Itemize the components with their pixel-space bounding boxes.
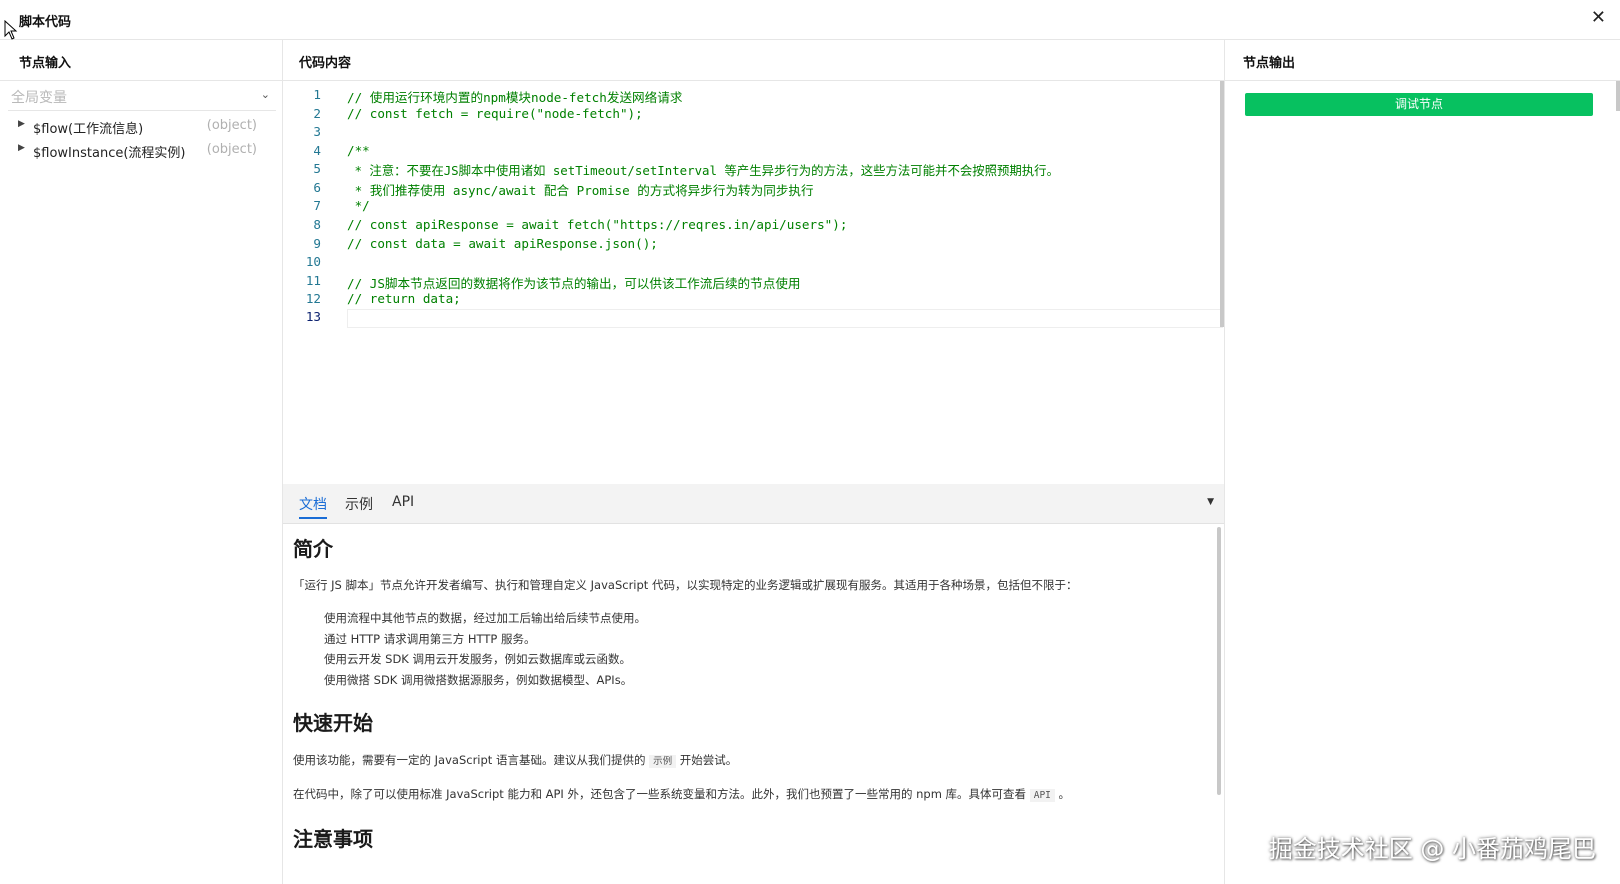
variable-type: (object) bbox=[206, 118, 257, 133]
code-line: 1 // 使用运行环境内置的npm模块node-fetch发送网络请求 bbox=[283, 87, 1223, 106]
line-number: 3 bbox=[313, 124, 321, 139]
text-fragment: 在代码中，除了可以使用标准 JavaScript 能力和 API 外，还包含了一… bbox=[293, 787, 1030, 801]
tab-docs[interactable]: 文档 bbox=[299, 494, 327, 519]
debug-node-button[interactable]: 调试节点 bbox=[1245, 93, 1593, 116]
code-line: 12 // return data; bbox=[283, 291, 1223, 310]
dialog-titlebar: 脚本代码 ✕ bbox=[0, 0, 1620, 40]
code-line: 5 * 注意：不要在JS脚本中使用诸如 setTimeout/setInterv… bbox=[283, 161, 1223, 180]
doc-scrollbar[interactable] bbox=[1217, 527, 1221, 795]
node-output-panel: 节点输出 调试节点 bbox=[1225, 40, 1620, 884]
code-line-current: 13 bbox=[283, 309, 1223, 328]
doc-heading-intro: 简介 bbox=[293, 537, 333, 561]
code-text: /** bbox=[347, 143, 370, 158]
output-scrollbar[interactable] bbox=[1616, 81, 1620, 111]
code-line: 8 // const apiResponse = await fetch("htt… bbox=[283, 217, 1223, 236]
code-panel-header: 代码内容 bbox=[283, 40, 1224, 81]
doc-list-item: 使用流程中其他节点的数据，经过加工后输出给后续节点使用。 bbox=[324, 611, 646, 625]
node-input-header: 节点输入 bbox=[0, 40, 282, 81]
expand-arrow-icon[interactable]: ▶ bbox=[18, 143, 25, 153]
code-editor[interactable]: 1 // 使用运行环境内置的npm模块node-fetch发送网络请求 2 // c… bbox=[283, 81, 1224, 484]
code-line: 3 bbox=[283, 124, 1223, 143]
line-number: 7 bbox=[313, 198, 321, 213]
doc-list-item: 使用微搭 SDK 调用微搭数据源服务，例如数据模型、APIs。 bbox=[324, 673, 633, 687]
line-number: 6 bbox=[313, 180, 321, 195]
code-text: // return data; bbox=[347, 291, 461, 306]
variable-name: $flow(工作流信息) bbox=[33, 122, 144, 137]
node-input-panel: 节点输入 全局变量 ⌄ ▶ $flow(工作流信息) (object) ▶ $f… bbox=[0, 40, 283, 884]
scope-select[interactable]: 全局变量 ⌄ bbox=[8, 81, 276, 111]
code-text: // const apiResponse = await fetch("http… bbox=[347, 217, 848, 232]
editor-scrollbar[interactable] bbox=[1220, 81, 1224, 327]
code-text: * 我们推荐使用 async/await 配合 Promise 的方式将异步行为… bbox=[347, 183, 814, 198]
scope-select-label: 全局变量 bbox=[11, 90, 67, 106]
api-link[interactable]: API bbox=[1029, 789, 1055, 802]
line-number: 8 bbox=[313, 217, 321, 232]
line-number: 2 bbox=[313, 106, 321, 121]
code-text: * 注意：不要在JS脚本中使用诸如 setTimeout/setInterval… bbox=[347, 163, 1059, 178]
collapse-caret-icon[interactable]: ▼ bbox=[1207, 497, 1214, 507]
code-line: 7 */ bbox=[283, 198, 1223, 217]
doc-heading-quickstart: 快速开始 bbox=[293, 711, 373, 735]
mouse-cursor-icon bbox=[4, 20, 18, 40]
line-number: 1 bbox=[313, 87, 321, 102]
chevron-down-icon: ⌄ bbox=[260, 88, 270, 101]
code-line: 4 /** bbox=[283, 143, 1223, 162]
expand-arrow-icon[interactable]: ▶ bbox=[18, 119, 25, 129]
text-fragment: 。 bbox=[1054, 787, 1071, 801]
tab-examples[interactable]: 示例 bbox=[345, 494, 373, 517]
line-number: 9 bbox=[313, 236, 321, 251]
code-text: // const fetch = require("node-fetch"); bbox=[347, 106, 643, 121]
node-output-header: 节点输出 bbox=[1225, 40, 1620, 81]
current-line-highlight bbox=[347, 309, 1223, 328]
code-text: */ bbox=[347, 198, 370, 213]
text-fragment: 开始尝试。 bbox=[676, 753, 738, 767]
variable-type: (object) bbox=[206, 142, 257, 157]
line-number: 13 bbox=[305, 309, 321, 324]
doc-content: 简介 「运行 JS 脚本」节点允许开发者编写、执行和管理自定义 JavaScri… bbox=[283, 525, 1224, 884]
close-icon[interactable]: ✕ bbox=[1591, 8, 1606, 28]
dialog-title: 脚本代码 bbox=[19, 15, 72, 30]
text-fragment: 使用该功能，需要有一定的 JavaScript 语言基础。建议从我们提供的 bbox=[293, 753, 650, 767]
line-number: 11 bbox=[305, 273, 321, 288]
doc-quick-text-1: 使用该功能，需要有一定的 JavaScript 语言基础。建议从我们提供的 示例… bbox=[293, 752, 737, 768]
code-line: 9 // const data = await apiResponse.json(… bbox=[283, 236, 1223, 255]
line-number: 12 bbox=[305, 291, 321, 306]
example-link[interactable]: 示例 bbox=[649, 755, 677, 768]
variable-item-flowinstance[interactable]: ▶ $flowInstance(流程实例) (object) bbox=[0, 139, 282, 163]
doc-tab-bar: 文档 示例 API ▼ bbox=[283, 484, 1224, 524]
tab-api[interactable]: API bbox=[392, 494, 414, 513]
code-text: // JS脚本节点返回的数据将作为该节点的输出，可以供该工作流后续的节点使用 bbox=[347, 276, 801, 291]
line-number: 4 bbox=[313, 143, 321, 158]
doc-quick-text-2: 在代码中，除了可以使用标准 JavaScript 能力和 API 外，还包含了一… bbox=[293, 786, 1070, 802]
code-line: 2 // const fetch = require("node-fetch"); bbox=[283, 106, 1223, 125]
watermark: 掘金技术社区 @ 小番茄鸡尾巴 bbox=[1268, 835, 1596, 863]
variable-item-flow[interactable]: ▶ $flow(工作流信息) (object) bbox=[0, 115, 282, 139]
code-line: 10 bbox=[283, 254, 1223, 273]
code-panel: 代码内容 1 // 使用运行环境内置的npm模块node-fetch发送网络请求 … bbox=[283, 40, 1225, 884]
variable-name: $flowInstance(流程实例) bbox=[33, 146, 186, 161]
code-line: 6 * 我们推荐使用 async/await 配合 Promise 的方式将异步… bbox=[283, 180, 1223, 199]
doc-list-item: 通过 HTTP 请求调用第三方 HTTP 服务。 bbox=[324, 632, 536, 646]
line-number: 10 bbox=[305, 254, 321, 269]
doc-list-item: 使用云开发 SDK 调用云开发服务，例如云数据库或云函数。 bbox=[324, 652, 632, 666]
line-number: 5 bbox=[313, 161, 321, 176]
doc-heading-notes: 注意事项 bbox=[293, 827, 373, 851]
code-line: 11 // JS脚本节点返回的数据将作为该节点的输出，可以供该工作流后续的节点使用 bbox=[283, 273, 1223, 292]
code-text: // const data = await apiResponse.json()… bbox=[347, 236, 658, 251]
doc-intro-text: 「运行 JS 脚本」节点允许开发者编写、执行和管理自定义 JavaScript … bbox=[293, 578, 1078, 592]
code-text: // 使用运行环境内置的npm模块node-fetch发送网络请求 bbox=[347, 90, 683, 105]
